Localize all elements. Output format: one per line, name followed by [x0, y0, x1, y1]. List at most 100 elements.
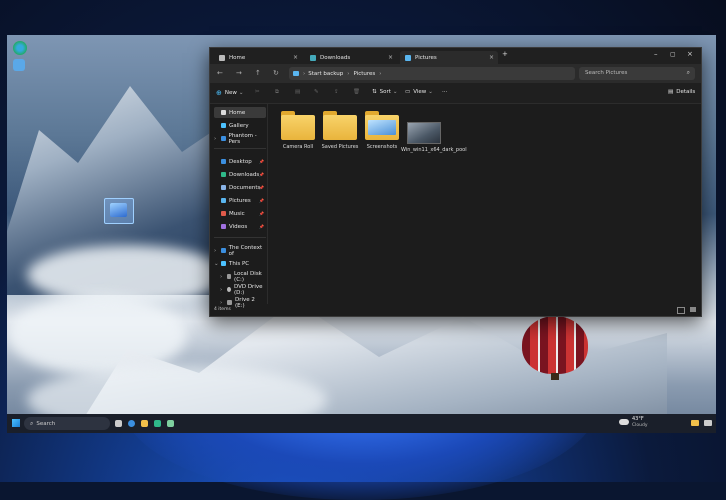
- more-options-button[interactable]: ···: [442, 89, 447, 95]
- close-tab-icon[interactable]: ×: [388, 54, 393, 61]
- sidebar-item-local-disk[interactable]: › Local Disk (C:): [220, 270, 266, 283]
- sidebar-item-this-pc[interactable]: ⌄ This PC: [214, 258, 266, 269]
- sidebar-item-dvd-drive[interactable]: › DVD Drive (D:): [220, 283, 266, 296]
- downloads-icon: [221, 172, 226, 177]
- sidebar-item-onedrive[interactable]: › Phantom - Pers: [214, 133, 266, 145]
- sidebar-item-home[interactable]: Home: [214, 107, 266, 118]
- back-icon[interactable]: ←: [217, 69, 223, 77]
- pictures-icon: [293, 71, 299, 76]
- refresh-icon[interactable]: ↻: [273, 69, 279, 77]
- sidebar-item-label: Local Disk (C:): [234, 270, 262, 283]
- new-tab-button[interactable]: +: [502, 50, 508, 58]
- store-icon[interactable]: [167, 420, 174, 427]
- sidebar-item-documents[interactable]: Documents 📌: [214, 182, 266, 193]
- image-file-item[interactable]: Win_win11_x64_dark_pool: [401, 111, 467, 153]
- sidebar-item-label: This PC: [229, 260, 250, 267]
- sidebar-item-label: DVD Drive (D:): [233, 283, 263, 296]
- delete-icon[interactable]: 🗑: [353, 89, 360, 95]
- weather-temp[interactable]: 43°F: [632, 416, 644, 422]
- desktop-icon: [221, 159, 226, 164]
- screenshot-preview-icon: [368, 120, 396, 135]
- dragged-image-file[interactable]: [104, 198, 134, 224]
- task-view-icon[interactable]: [115, 420, 122, 427]
- rename-icon[interactable]: ✎: [314, 89, 319, 95]
- chevron-right-icon: ›: [214, 247, 217, 254]
- sort-button[interactable]: ⇅ Sort ⌄: [372, 89, 398, 95]
- chevron-right-icon: ›: [220, 273, 223, 280]
- tab-pictures[interactable]: Pictures ×: [400, 51, 498, 64]
- search-icon: ⌕: [30, 419, 34, 427]
- cut-icon[interactable]: ✂: [255, 89, 260, 95]
- search-placeholder: Search Pictures: [585, 70, 628, 76]
- documents-icon: [221, 185, 226, 190]
- details-label: Details: [676, 89, 696, 95]
- close-tab-icon[interactable]: ×: [293, 54, 298, 61]
- photo-frame: Home × Downloads × Pictures × + – ▢ × ← …: [0, 0, 726, 500]
- folder-item[interactable]: Screenshots: [365, 111, 399, 151]
- wallpaper-cloud: [27, 245, 227, 305]
- search-input[interactable]: Search Pictures ⌕: [579, 67, 695, 80]
- edge-icon[interactable]: [154, 420, 161, 427]
- sidebar-divider: [214, 237, 266, 238]
- copy-icon[interactable]: ⧉: [275, 89, 279, 96]
- file-explorer-icon[interactable]: [141, 420, 148, 427]
- minimize-icon[interactable]: –: [654, 50, 658, 58]
- chevron-right-icon: ›: [220, 286, 223, 293]
- up-icon[interactable]: ↑: [255, 69, 261, 77]
- view-label: View: [413, 89, 427, 95]
- maximize-icon[interactable]: ▢: [670, 51, 676, 58]
- close-tab-icon[interactable]: ×: [489, 54, 494, 61]
- folder-item[interactable]: Camera Roll: [281, 111, 315, 151]
- pin-icon: 📌: [259, 198, 264, 203]
- item-name: Screenshots: [366, 144, 398, 150]
- sort-label: Sort: [379, 89, 391, 95]
- sidebar-item-gallery[interactable]: Gallery: [214, 120, 266, 131]
- sidebar-item-downloads[interactable]: Downloads 📌: [214, 169, 266, 180]
- sidebar-item-pictures[interactable]: Pictures 📌: [214, 195, 266, 206]
- pictures-icon: [221, 198, 226, 203]
- tiles-view-icon[interactable]: [690, 307, 696, 312]
- paste-icon[interactable]: ▤: [295, 89, 300, 95]
- view-button[interactable]: ▭ View ⌄: [405, 89, 433, 95]
- tab-home[interactable]: Home ×: [214, 51, 302, 64]
- notification-icon[interactable]: [691, 420, 699, 426]
- folder-icon: [221, 248, 226, 253]
- sidebar-item-label: Documents: [229, 184, 261, 191]
- share-icon[interactable]: ⇪: [334, 89, 339, 95]
- sidebar-item-desktop[interactable]: Desktop 📌: [214, 156, 266, 167]
- sidebar-item-context-folder[interactable]: › The Context of: [214, 245, 266, 257]
- folder-item[interactable]: Saved Pictures: [322, 111, 358, 151]
- pin-icon: 📌: [259, 224, 264, 229]
- close-window-icon[interactable]: ×: [687, 50, 693, 58]
- start-icon[interactable]: [12, 419, 20, 427]
- taskbar-search[interactable]: ⌕ Search: [24, 417, 110, 430]
- details-button[interactable]: ▤ Details: [668, 89, 695, 95]
- sort-icon: ⇅: [372, 89, 377, 95]
- sidebar-item-label: Pictures: [229, 197, 251, 204]
- recycle-bin-icon[interactable]: [13, 59, 25, 71]
- folder-icon: [323, 115, 357, 140]
- new-button[interactable]: ⊕ New ⌄: [216, 89, 243, 97]
- breadcrumb-item[interactable]: Pictures: [353, 71, 375, 77]
- sidebar-divider: [214, 148, 266, 149]
- chevron-right-icon: ›: [220, 299, 223, 306]
- tab-downloads[interactable]: Downloads ×: [305, 51, 397, 64]
- pin-icon: 📌: [259, 172, 264, 177]
- taskbar-search-label: Search: [36, 420, 56, 427]
- chevron-right-icon: ›: [347, 70, 350, 77]
- downloads-icon: [310, 54, 316, 61]
- chrome-icon[interactable]: [128, 420, 135, 427]
- pane-divider[interactable]: [267, 104, 268, 304]
- system-tray-icon[interactable]: [704, 420, 712, 426]
- forward-icon[interactable]: →: [236, 69, 242, 77]
- breadcrumb-item[interactable]: Start backup: [308, 71, 343, 77]
- pin-icon: 📌: [259, 159, 264, 164]
- address-bar[interactable]: › Start backup › Pictures ›: [289, 67, 575, 80]
- image-thumbnail-icon: [407, 122, 441, 144]
- edge-desktop-icon[interactable]: [13, 41, 27, 55]
- chevron-down-icon: ⌄: [238, 90, 244, 96]
- sidebar-item-label: Music: [229, 210, 245, 217]
- sidebar-item-videos[interactable]: Videos 📌: [214, 221, 266, 232]
- sidebar-item-music[interactable]: Music 📌: [214, 208, 266, 219]
- details-view-icon[interactable]: [677, 307, 685, 314]
